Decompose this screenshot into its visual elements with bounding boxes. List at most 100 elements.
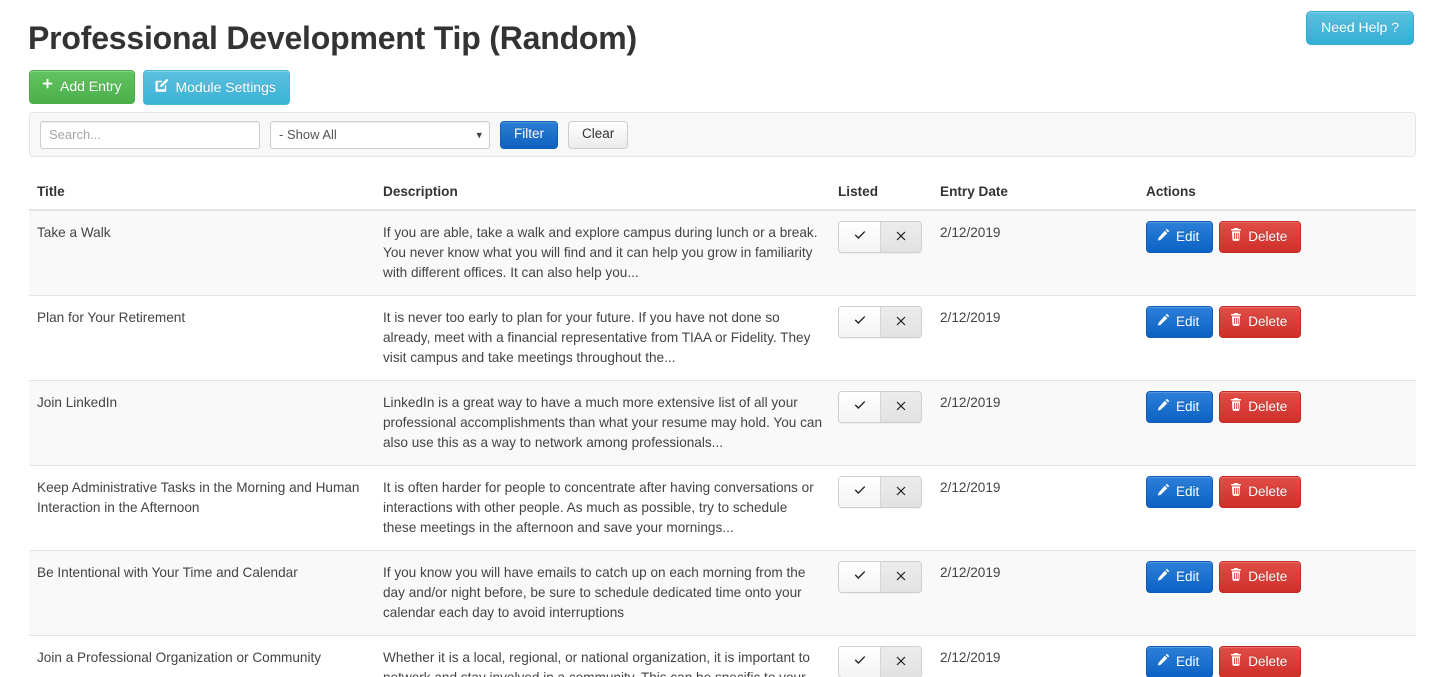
listed-no-button[interactable] xyxy=(880,222,921,252)
check-icon xyxy=(853,652,867,672)
cell-entry-date: 2/12/2019 xyxy=(932,380,1138,466)
trash-icon xyxy=(1230,398,1242,415)
cell-title: Take a Walk xyxy=(29,209,375,296)
listed-toggle-group xyxy=(838,561,922,593)
edit-button-label: Edit xyxy=(1176,568,1200,584)
times-icon xyxy=(895,567,907,587)
listed-yes-button[interactable] xyxy=(839,477,880,507)
listed-no-button[interactable] xyxy=(880,562,921,592)
filter-select-wrapper: - Show All ▾ xyxy=(270,120,490,149)
delete-button[interactable]: Delete xyxy=(1219,646,1302,677)
delete-button[interactable]: Delete xyxy=(1219,306,1302,339)
listed-yes-button[interactable] xyxy=(839,392,880,422)
pencil-icon xyxy=(1157,568,1170,585)
table-body: Take a Walk If you are able, take a walk … xyxy=(29,209,1416,677)
trash-icon xyxy=(1230,483,1242,500)
filter-button[interactable]: Filter xyxy=(500,120,558,149)
column-header-title: Title xyxy=(29,178,375,211)
cell-title: Keep Administrative Tasks in the Morning… xyxy=(29,465,375,551)
delete-button-label: Delete xyxy=(1248,483,1288,499)
listed-toggle-group xyxy=(838,476,922,508)
times-icon xyxy=(895,652,907,672)
cell-listed xyxy=(830,635,932,677)
cell-entry-date: 2/12/2019 xyxy=(932,209,1138,296)
cell-listed xyxy=(830,295,932,381)
listed-no-button[interactable] xyxy=(880,647,921,677)
cell-listed xyxy=(830,465,932,551)
actions-wrapper: Edit Delete xyxy=(1146,306,1408,339)
listed-toggle-group xyxy=(838,306,922,338)
toolbar: Add Entry Module Settings xyxy=(29,70,290,105)
delete-button[interactable]: Delete xyxy=(1219,561,1302,594)
module-settings-button[interactable]: Module Settings xyxy=(143,70,290,105)
cell-description: LinkedIn is a great way to have a much m… xyxy=(375,380,830,466)
column-header-description: Description xyxy=(375,178,830,211)
table-head: Title Description Listed Entry Date Acti… xyxy=(29,178,1416,211)
listed-yes-button[interactable] xyxy=(839,562,880,592)
trash-icon xyxy=(1230,568,1242,585)
cell-description: If you know you will have emails to catc… xyxy=(375,550,830,636)
trash-icon xyxy=(1230,228,1242,245)
clear-button[interactable]: Clear xyxy=(568,120,629,149)
edit-button-label: Edit xyxy=(1176,313,1200,329)
delete-button-label: Delete xyxy=(1248,228,1288,244)
table-row: Join LinkedIn LinkedIn is a great way to … xyxy=(29,380,1416,466)
table-row: Keep Administrative Tasks in the Morning… xyxy=(29,465,1416,551)
cell-description: It is never too early to plan for your f… xyxy=(375,295,830,381)
module-settings-label: Module Settings xyxy=(175,78,276,95)
edit-button[interactable]: Edit xyxy=(1146,646,1214,677)
clear-button-label: Clear xyxy=(582,125,615,141)
edit-button[interactable]: Edit xyxy=(1146,306,1214,339)
cell-entry-date: 2/12/2019 xyxy=(932,465,1138,551)
add-entry-button[interactable]: Add Entry xyxy=(29,70,136,104)
cell-description: It is often harder for people to concent… xyxy=(375,465,830,551)
need-help-label: Need Help ? xyxy=(1321,19,1399,35)
add-entry-label: Add Entry xyxy=(60,78,122,94)
delete-button[interactable]: Delete xyxy=(1219,221,1302,254)
pencil-icon xyxy=(1157,483,1170,500)
listed-toggle-group xyxy=(838,221,922,253)
delete-button-label: Delete xyxy=(1248,398,1288,414)
cell-title: Plan for Your Retirement xyxy=(29,295,375,381)
times-icon xyxy=(895,312,907,332)
page-title: Professional Development Tip (Random) xyxy=(28,20,637,56)
check-icon xyxy=(853,567,867,587)
search-input[interactable] xyxy=(40,120,260,149)
edit-button[interactable]: Edit xyxy=(1146,561,1214,594)
delete-button[interactable]: Delete xyxy=(1219,391,1302,424)
edit-button[interactable]: Edit xyxy=(1146,476,1214,509)
edit-button-label: Edit xyxy=(1176,653,1200,669)
times-icon xyxy=(895,227,907,247)
column-header-listed: Listed xyxy=(830,178,932,211)
delete-button[interactable]: Delete xyxy=(1219,476,1302,509)
delete-button-label: Delete xyxy=(1248,568,1288,584)
filter-select[interactable]: - Show All xyxy=(270,120,490,149)
edit-button-label: Edit xyxy=(1176,398,1200,414)
pencil-square-icon xyxy=(155,78,169,96)
edit-button-label: Edit xyxy=(1176,483,1200,499)
cell-actions: Edit Delete xyxy=(1138,209,1416,296)
listed-yes-button[interactable] xyxy=(839,647,880,677)
listed-toggle-group xyxy=(838,646,922,677)
entries-table: Title Description Listed Entry Date Acti… xyxy=(29,178,1416,677)
listed-no-button[interactable] xyxy=(880,307,921,337)
column-header-entry-date: Entry Date xyxy=(932,178,1138,211)
check-icon xyxy=(853,227,867,247)
cell-actions: Edit Delete xyxy=(1138,550,1416,636)
check-icon xyxy=(853,482,867,502)
cell-actions: Edit Delete xyxy=(1138,380,1416,466)
filter-panel: - Show All ▾ Filter Clear xyxy=(29,112,1416,157)
listed-toggle-group xyxy=(838,391,922,423)
cell-title: Be Intentional with Your Time and Calend… xyxy=(29,550,375,636)
pencil-icon xyxy=(1157,653,1170,670)
listed-no-button[interactable] xyxy=(880,477,921,507)
listed-yes-button[interactable] xyxy=(839,307,880,337)
cell-entry-date: 2/12/2019 xyxy=(932,295,1138,381)
edit-button[interactable]: Edit xyxy=(1146,221,1214,254)
listed-yes-button[interactable] xyxy=(839,222,880,252)
edit-button[interactable]: Edit xyxy=(1146,391,1214,424)
plus-icon xyxy=(41,78,54,95)
table-header-row: Title Description Listed Entry Date Acti… xyxy=(29,178,1416,211)
need-help-button[interactable]: Need Help ? xyxy=(1306,11,1414,45)
listed-no-button[interactable] xyxy=(880,392,921,422)
